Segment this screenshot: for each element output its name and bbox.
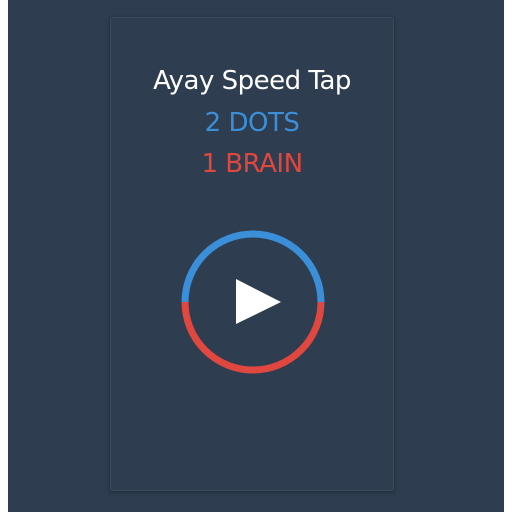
- game-card: Ayay Speed Tap 2 DOTS 1 BRAIN: [110, 17, 394, 491]
- play-icon: [236, 279, 281, 324]
- game-background: Ayay Speed Tap 2 DOTS 1 BRAIN: [8, 0, 504, 512]
- game-title: Ayay Speed Tap: [153, 66, 351, 96]
- play-button[interactable]: [181, 230, 325, 374]
- dots-tagline: 2 DOTS: [204, 108, 300, 138]
- brain-tagline: 1 BRAIN: [201, 149, 303, 179]
